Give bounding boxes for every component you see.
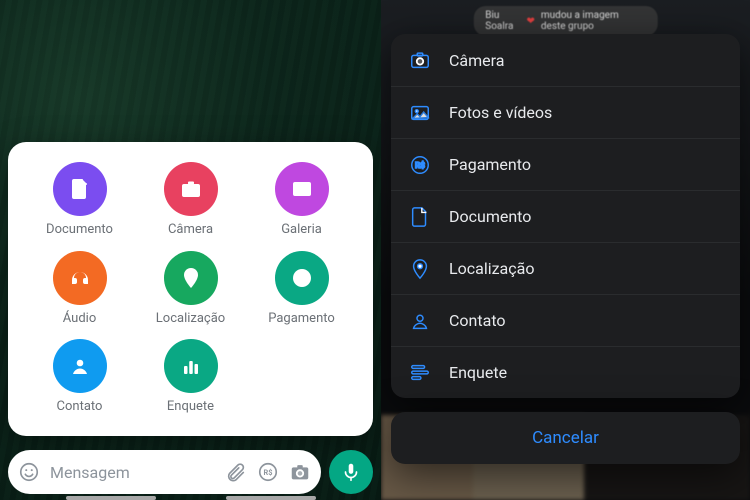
payment-icon (409, 154, 431, 176)
attach-option-audio[interactable]: Áudio (26, 251, 133, 338)
attach-option-label: Galeria (281, 222, 322, 237)
sheet-option-label: Enquete (449, 363, 507, 382)
sheet-option-contact[interactable]: Contato (391, 294, 740, 346)
payment-icon (275, 251, 329, 305)
gallery-icon (275, 162, 329, 216)
ios-panel: Biu Soalra ❤ mudou a imagem deste grupo … (381, 0, 750, 500)
camera-icon (409, 49, 431, 71)
sheet-option-gallery[interactable]: Fotos e vídeos (391, 86, 740, 138)
attachment-action-sheet: Câmera Fotos e vídeos Pagamento Documento Lo… (391, 34, 740, 398)
attach-option-label: Câmera (168, 222, 213, 237)
cancel-button[interactable]: Cancelar (391, 412, 740, 464)
payment-chip-icon[interactable]: R$ (257, 461, 279, 483)
contact-icon (409, 310, 431, 332)
document-icon (53, 162, 107, 216)
camera-icon[interactable] (289, 461, 311, 483)
poll-icon (409, 362, 431, 384)
contact-icon (53, 339, 107, 393)
android-panel: Documento Câmera Galeria Áudio Localização Pa… (0, 0, 381, 500)
attach-option-label: Pagamento (268, 311, 335, 326)
sheet-option-document[interactable]: Documento (391, 190, 740, 242)
attach-option-galeria[interactable]: Galeria (248, 162, 355, 249)
emoji-icon[interactable] (18, 461, 40, 483)
attach-option-localizacao[interactable]: Localização (137, 251, 244, 338)
sheet-option-label: Fotos e vídeos (449, 103, 552, 122)
attach-option-pagamento[interactable]: Pagamento (248, 251, 355, 338)
sheet-option-label: Documento (449, 207, 531, 226)
attach-option-contato[interactable]: Contato (26, 339, 133, 426)
attach-option-label: Áudio (63, 311, 96, 326)
sheet-option-label: Câmera (449, 51, 504, 70)
svg-text:R$: R$ (264, 468, 273, 477)
attach-option-camera[interactable]: Câmera (137, 162, 244, 249)
android-nav-hint (0, 496, 381, 500)
mic-send-button[interactable] (329, 450, 373, 494)
attach-option-documento[interactable]: Documento (26, 162, 133, 249)
sheet-option-poll[interactable]: Enquete (391, 346, 740, 398)
poll-icon (164, 339, 218, 393)
composer-row: Mensagem R$ (8, 450, 373, 494)
attachment-card: Documento Câmera Galeria Áudio Localização Pa… (8, 142, 373, 436)
attach-option-label: Localização (156, 311, 225, 326)
attach-option-label: Documento (46, 222, 113, 237)
sheet-option-label: Localização (449, 259, 534, 278)
attach-option-label: Contato (57, 399, 103, 414)
document-icon (409, 206, 431, 228)
sheet-option-label: Pagamento (449, 155, 531, 174)
pin-icon (409, 258, 431, 280)
sheet-option-payment[interactable]: Pagamento (391, 138, 740, 190)
headphones-icon (53, 251, 107, 305)
gallery-icon (409, 102, 431, 124)
attach-option-enquete[interactable]: Enquete (137, 339, 244, 426)
camera-icon (164, 162, 218, 216)
sheet-option-label: Contato (449, 311, 506, 330)
paperclip-icon[interactable] (225, 461, 247, 483)
sheet-option-pin[interactable]: Localização (391, 242, 740, 294)
attach-option-label: Enquete (167, 399, 214, 414)
pin-icon (164, 251, 218, 305)
message-input-bar[interactable]: Mensagem R$ (8, 450, 321, 494)
sheet-option-camera[interactable]: Câmera (391, 34, 740, 86)
heart-icon: ❤ (527, 16, 535, 27)
message-placeholder: Mensagem (50, 463, 215, 482)
system-message-pill: Biu Soalra ❤ mudou a imagem deste grupo (473, 6, 658, 36)
